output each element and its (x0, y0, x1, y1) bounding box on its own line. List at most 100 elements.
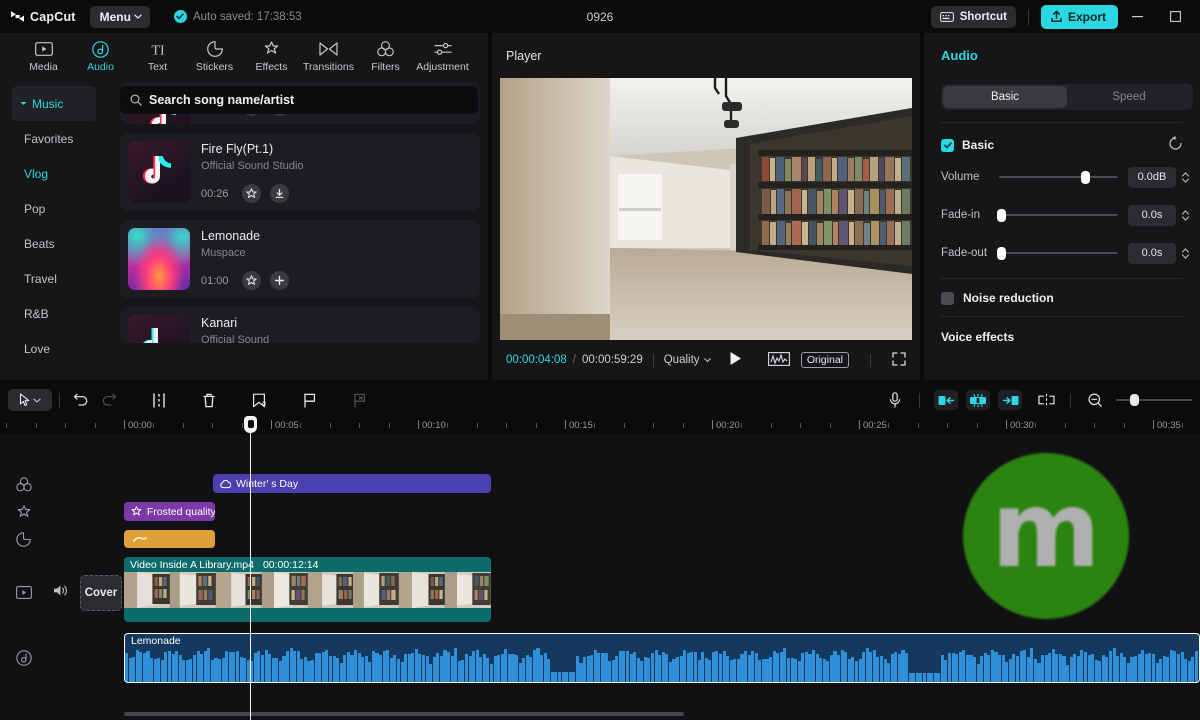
ruler-tick-major (1153, 420, 1154, 429)
export-button[interactable]: Export (1040, 4, 1118, 29)
tab-adjustment[interactable]: Adjustment (415, 39, 470, 73)
maximize-button[interactable] (1156, 0, 1194, 33)
tab-audio[interactable]: Audio (73, 39, 128, 73)
tab-basic[interactable]: Basic (943, 86, 1067, 108)
search-input[interactable]: Search song name/artist (120, 86, 478, 114)
clip-mid-button[interactable] (966, 390, 990, 410)
timeline-zoom-slider[interactable] (1116, 393, 1192, 407)
shortcut-button[interactable]: Shortcut (930, 5, 1016, 28)
ai-marker-button[interactable]: AI (245, 389, 273, 411)
export-label: Export (1067, 9, 1106, 24)
cursor-select-tool[interactable] (8, 389, 52, 411)
tab-transitions[interactable]: Transitions (301, 39, 356, 73)
control-divider (870, 353, 871, 367)
filter-track-icon[interactable] (13, 474, 34, 495)
song-artist: Muspace (201, 247, 246, 259)
zoom-out-button[interactable] (1081, 389, 1109, 411)
basic-checkbox[interactable] (941, 138, 954, 152)
audio-track-icon[interactable] (13, 647, 34, 668)
tab-stickers[interactable]: Stickers (187, 39, 242, 73)
waveform-icon[interactable] (767, 351, 790, 369)
tab-effects[interactable]: Effects (244, 39, 299, 73)
add-icon[interactable] (270, 271, 289, 290)
original-badge[interactable]: Original (800, 352, 849, 368)
ruler-label: 00:15 (569, 420, 593, 431)
fadein-slider[interactable] (997, 208, 1118, 222)
clip-effect[interactable]: Frosted quality (124, 502, 215, 521)
clip-sticker[interactable] (124, 530, 215, 548)
split-button[interactable] (145, 389, 173, 411)
effects-track-icon[interactable] (13, 502, 34, 523)
clip-right-button[interactable] (998, 390, 1022, 410)
timeline-horizontal-scrollbar[interactable] (124, 712, 684, 716)
quality-selector[interactable]: Quality (664, 354, 711, 366)
panel-divider (941, 278, 1183, 279)
control-divider (652, 353, 654, 367)
volume-stepper[interactable] (1179, 171, 1192, 184)
reset-icon[interactable] (1168, 136, 1183, 154)
slider-knob[interactable] (1130, 394, 1139, 406)
tab-speed[interactable]: Speed (1067, 86, 1191, 108)
play-button[interactable] (729, 351, 742, 369)
ruler-tick (35, 423, 37, 428)
audio-icon (92, 40, 109, 58)
sidebar-item-vlog[interactable]: Vlog (12, 156, 112, 191)
timeline-ruler[interactable]: 00:00 00:05 00:10 00:15 00:20 00:25 00:30 00:35 (0, 416, 1200, 434)
split-view-button[interactable] (1032, 389, 1060, 411)
noise-reduction-row[interactable]: Noise reduction (924, 291, 1200, 305)
sidebar-item-beats[interactable]: Beats (12, 226, 112, 261)
clip-left-button[interactable] (934, 390, 958, 410)
song-actions: 00:26 (201, 184, 289, 203)
sidebar-item-favorites[interactable]: Favorites (12, 121, 112, 156)
clip-video[interactable]: Video Inside A Library.mp4 00:00:12:14 (124, 557, 491, 622)
delete-button[interactable] (195, 389, 223, 411)
favorite-star-icon[interactable] (242, 184, 261, 203)
clip-audio[interactable]: Lemonade (124, 633, 1200, 683)
menu-button[interactable]: Menu (89, 5, 150, 28)
flag-button[interactable] (295, 389, 323, 411)
ruler-label: 00:25 (863, 420, 887, 431)
slider-track (999, 214, 1118, 216)
tab-text[interactable]: TI Text (130, 39, 185, 73)
sidebar-item-love[interactable]: Love (12, 331, 112, 366)
fullscreen-icon[interactable] (892, 351, 906, 369)
microphone-button[interactable] (881, 389, 909, 411)
mute-icon[interactable] (53, 584, 68, 600)
ruler-tick (329, 423, 331, 428)
fadein-stepper[interactable] (1179, 209, 1192, 222)
sidebar-item-pop[interactable]: Pop (12, 191, 112, 226)
tab-filters[interactable]: Filters (358, 39, 413, 73)
undo-button[interactable] (67, 389, 95, 411)
playhead[interactable] (244, 416, 257, 720)
slider-knob[interactable] (1080, 171, 1090, 184)
favorite-star-icon[interactable] (242, 271, 261, 290)
player-stage[interactable] (500, 78, 912, 340)
tab-media[interactable]: Media (16, 39, 71, 73)
player-controls: 00:00:04:08 / 00:00:59:29 Quality Origin… (492, 340, 920, 380)
volume-value[interactable]: 0.0dB (1128, 166, 1176, 188)
slider-knob[interactable] (997, 209, 1007, 222)
ruler-tick (623, 423, 625, 428)
fadeout-stepper[interactable] (1179, 247, 1192, 260)
export-icon (1051, 10, 1062, 22)
fadein-value[interactable]: 0.0s (1128, 204, 1176, 226)
playhead-grip[interactable] (244, 416, 257, 433)
download-icon[interactable] (270, 184, 289, 203)
audio-waveform (125, 648, 1199, 682)
fadeout-slider[interactable] (997, 246, 1118, 260)
sidebar-item-music[interactable]: Music (12, 86, 96, 121)
sticker-track-icon[interactable] (13, 529, 34, 550)
minimize-button[interactable] (1118, 0, 1156, 33)
sidebar-item-travel[interactable]: Travel (12, 261, 112, 296)
sidebar-item-rnb[interactable]: R&B (12, 296, 112, 331)
slider-knob[interactable] (997, 247, 1007, 260)
clip-text[interactable]: Winter' s Day (213, 474, 491, 493)
list-item[interactable]: Fire Fly(Pt.1) Official Sound Studio 00:… (120, 133, 480, 211)
video-track-icon[interactable] (13, 582, 34, 603)
noise-reduction-checkbox[interactable] (941, 291, 954, 305)
list-item[interactable]: Kanari Official Sound (120, 307, 480, 343)
volume-slider[interactable] (999, 170, 1118, 184)
list-item[interactable]: Lemonade Muspace 01:00 (120, 220, 480, 298)
fadeout-value[interactable]: 0.0s (1128, 242, 1176, 264)
cover-button[interactable]: Cover (80, 575, 122, 611)
